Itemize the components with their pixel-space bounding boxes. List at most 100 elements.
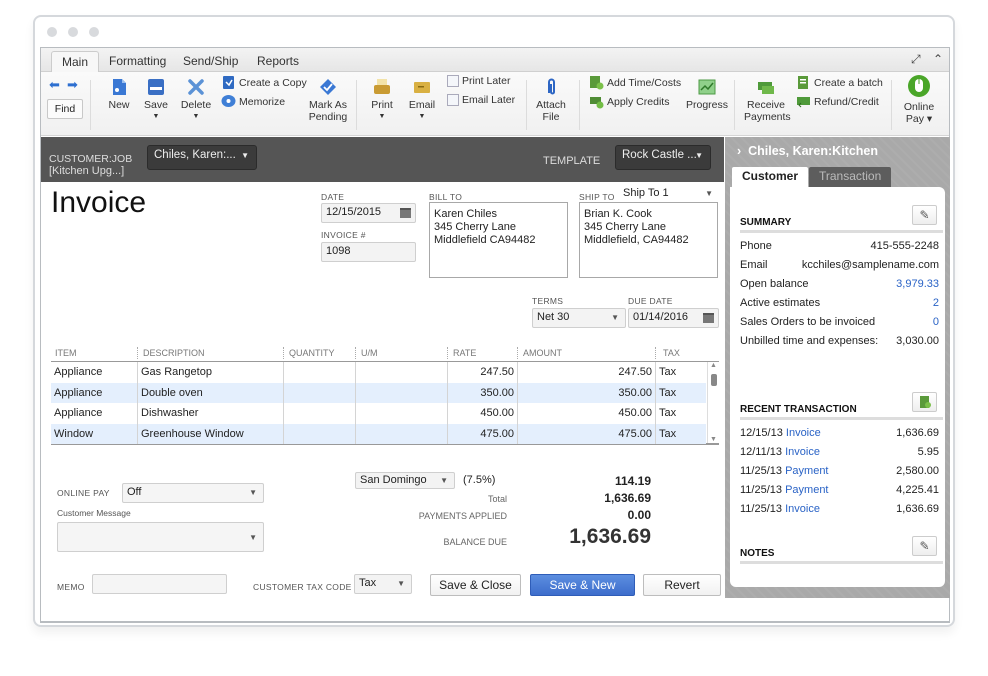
cell-um[interactable] <box>356 362 448 383</box>
transaction-link[interactable]: Payment <box>785 465 828 477</box>
cell-tax[interactable]: Tax <box>656 424 706 445</box>
open-balance-link[interactable]: 3,979.33 <box>896 278 939 290</box>
transaction-link[interactable]: Payment <box>785 484 828 496</box>
tab-main[interactable]: Main <box>51 51 100 72</box>
collapse-ribbon-icon[interactable]: ⌃ <box>933 52 943 66</box>
cell-quantity[interactable] <box>284 382 356 403</box>
receive-payments-button[interactable]: Receive Payments <box>744 78 791 123</box>
invoice-number-field[interactable]: 1098 <box>321 242 416 262</box>
save-button[interactable]: Save ▼ <box>141 78 171 123</box>
transaction-row[interactable]: 12/11/13 Invoice 5.95 <box>740 446 939 462</box>
email-later-check[interactable] <box>447 94 459 106</box>
memo-field[interactable] <box>92 574 227 594</box>
print-later-checkbox[interactable]: Print Later <box>447 75 510 87</box>
column-header-amount[interactable]: AMOUNT <box>523 348 562 358</box>
transaction-report-button[interactable] <box>912 392 937 412</box>
cell-description[interactable]: Double oven <box>138 382 284 403</box>
chevron-right-icon[interactable]: › <box>737 144 741 158</box>
column-header-tax[interactable]: TAX <box>663 348 680 358</box>
cell-quantity[interactable] <box>284 423 356 444</box>
print-later-check[interactable] <box>447 75 459 87</box>
sales-orders-link[interactable]: 0 <box>933 316 939 328</box>
close-window-button[interactable] <box>47 27 57 37</box>
transaction-row[interactable]: 11/25/13 Invoice 1,636.69 <box>740 503 939 519</box>
cell-rate[interactable]: 350.00 <box>448 382 518 403</box>
cell-description[interactable]: Gas Rangetop <box>138 362 284 383</box>
cell-quantity[interactable] <box>284 362 356 383</box>
tab-reports[interactable]: Reports <box>247 51 309 72</box>
save-new-button[interactable]: Save & New <box>530 574 635 596</box>
mark-as-pending-button[interactable]: Mark As Pending <box>307 78 349 123</box>
cell-tax[interactable]: Tax <box>656 362 706 383</box>
print-button[interactable]: Print ▼ <box>368 78 396 123</box>
tab-transaction[interactable]: Transaction <box>809 167 892 187</box>
table-scrollbar[interactable]: ▲ ▼ <box>707 362 719 443</box>
table-row[interactable]: Appliance Gas Rangetop 247.50 247.50 Tax <box>51 362 706 383</box>
cell-tax[interactable]: Tax <box>656 403 706 424</box>
transaction-link[interactable]: Invoice <box>785 503 820 515</box>
cell-amount[interactable]: 247.50 <box>518 362 656 383</box>
cell-rate[interactable]: 247.50 <box>448 362 518 383</box>
create-copy-button[interactable]: Create a Copy <box>221 75 307 90</box>
column-header-item[interactable]: ITEM <box>55 348 77 358</box>
column-separator[interactable] <box>447 347 448 359</box>
column-separator[interactable] <box>517 347 518 359</box>
minimize-window-button[interactable] <box>68 27 78 37</box>
column-header-rate[interactable]: RATE <box>453 348 476 358</box>
customer-message-select[interactable]: ▼ <box>57 522 264 552</box>
cell-amount[interactable]: 350.00 <box>518 382 656 403</box>
tab-customer[interactable]: Customer <box>732 167 809 187</box>
terms-select[interactable]: Net 30 ▼ <box>532 308 626 328</box>
transaction-link[interactable]: Invoice <box>786 427 821 439</box>
column-header-description[interactable]: DESCRIPTION <box>143 348 205 358</box>
table-row[interactable]: Window Greenhouse Window 475.00 475.00 T… <box>51 423 706 445</box>
cell-um[interactable] <box>356 382 448 403</box>
find-button[interactable]: Find <box>47 99 83 119</box>
transaction-row[interactable]: 11/25/13 Payment 4,225.41 <box>740 484 939 500</box>
online-pay-button[interactable]: Online Pay ▾ <box>899 74 939 125</box>
attach-file-button[interactable]: Attach File <box>536 78 566 123</box>
memorize-button[interactable]: Memorize <box>221 94 285 109</box>
tax-code-select[interactable]: Tax ▼ <box>354 574 412 594</box>
calendar-icon[interactable] <box>703 313 714 323</box>
previous-arrow-icon[interactable]: ⬅ <box>49 77 60 93</box>
cell-item[interactable]: Window <box>51 423 138 444</box>
cell-description[interactable]: Dishwasher <box>138 403 284 424</box>
tax-item-select[interactable]: San Domingo ▼ <box>355 472 455 489</box>
transaction-row[interactable]: 11/25/13 Payment 2,580.00 <box>740 465 939 481</box>
print-dropdown-caret[interactable]: ▼ <box>368 111 396 123</box>
expand-icon[interactable]: ⤢ <box>911 52 921 67</box>
column-header-um[interactable]: U/M <box>361 348 378 358</box>
save-dropdown-caret[interactable]: ▼ <box>141 111 171 123</box>
cell-description[interactable]: Greenhouse Window <box>138 423 284 444</box>
calendar-icon[interactable] <box>400 208 411 218</box>
cell-item[interactable]: Appliance <box>51 362 138 383</box>
cell-quantity[interactable] <box>284 403 356 424</box>
cell-rate[interactable]: 450.00 <box>448 403 518 424</box>
column-header-quantity[interactable]: QUANTITY <box>289 348 335 358</box>
email-later-checkbox[interactable]: Email Later <box>447 94 515 106</box>
create-batch-button[interactable]: Create a batch <box>796 75 883 90</box>
date-field[interactable]: 12/15/2015 <box>321 203 416 223</box>
bill-to-address[interactable]: Karen Chiles 345 Cherry Lane Middlefield… <box>429 202 568 278</box>
scroll-up-icon[interactable]: ▲ <box>710 362 717 369</box>
cell-um[interactable] <box>356 403 448 424</box>
due-date-field[interactable]: 01/14/2016 <box>628 308 719 328</box>
table-row[interactable]: Appliance Double oven 350.00 350.00 Tax <box>51 382 706 404</box>
column-separator[interactable] <box>655 347 656 359</box>
refund-credit-button[interactable]: Refund/Credit <box>796 94 879 109</box>
cell-tax[interactable]: Tax <box>656 383 706 404</box>
progress-button[interactable]: Progress <box>686 78 728 111</box>
revert-button[interactable]: Revert <box>643 574 721 596</box>
customer-job-select[interactable]: Chiles, Karen:... ▼ <box>147 145 257 170</box>
add-time-costs-button[interactable]: Add Time/Costs <box>589 75 681 90</box>
cell-amount[interactable]: 450.00 <box>518 403 656 424</box>
cell-amount[interactable]: 475.00 <box>518 423 656 444</box>
column-separator[interactable] <box>137 347 138 359</box>
maximize-window-button[interactable] <box>89 27 99 37</box>
next-arrow-icon[interactable]: ➡ <box>67 77 78 93</box>
tab-formatting[interactable]: Formatting <box>99 51 176 72</box>
delete-dropdown-caret[interactable]: ▼ <box>179 111 213 123</box>
scroll-down-icon[interactable]: ▼ <box>710 436 717 443</box>
cell-item[interactable]: Appliance <box>51 382 138 403</box>
